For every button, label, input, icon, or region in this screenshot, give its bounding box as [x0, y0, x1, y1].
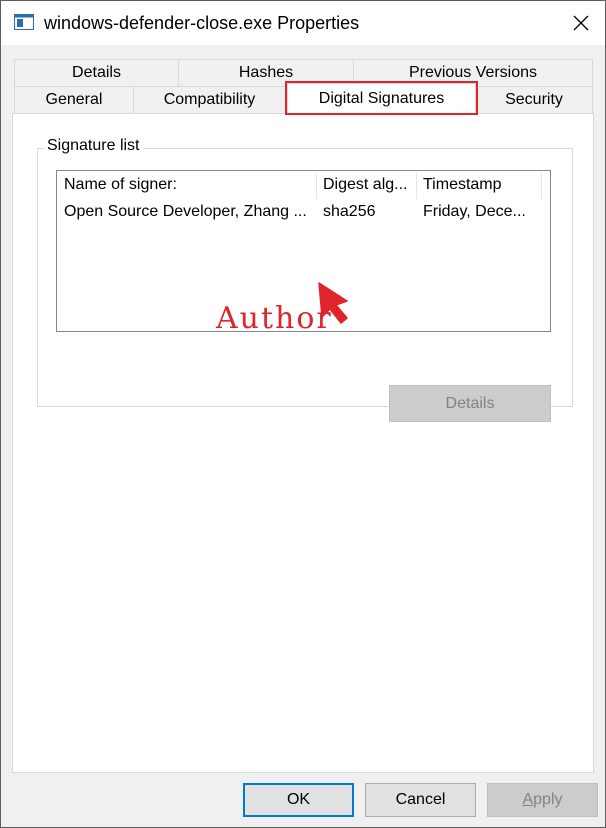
tab-general[interactable]: General [14, 86, 134, 114]
column-header-timestamp[interactable]: Timestamp [416, 171, 541, 199]
group-label: Signature list [44, 137, 143, 155]
tab-compatibility[interactable]: Compatibility [133, 86, 286, 114]
close-icon [573, 15, 589, 31]
apply-button[interactable]: Apply [487, 783, 598, 817]
author-annotation: Author [216, 301, 333, 336]
tab-security[interactable]: Security [475, 86, 593, 114]
tab-details[interactable]: Details [14, 59, 179, 87]
cancel-button[interactable]: Cancel [365, 783, 476, 817]
tab-content-panel: Signature list Name of signer: Digest al… [12, 113, 594, 773]
properties-dialog: windows-defender-close.exe Properties De… [0, 0, 606, 828]
title-bar: windows-defender-close.exe Properties [1, 1, 605, 45]
signature-listview[interactable]: Name of signer: Digest alg... Timestamp … [56, 170, 551, 336]
signer-name-cell[interactable]: Open Source Developer, Zhang ... [57, 199, 312, 225]
column-header-name[interactable]: Name of signer: [57, 171, 317, 199]
signature-list-group: Signature list Name of signer: Digest al… [37, 137, 573, 422]
close-button[interactable] [557, 1, 605, 45]
apply-access-key: A [522, 791, 534, 808]
window-app-icon [14, 14, 34, 30]
apply-label-rest: pply [533, 791, 563, 808]
window-title: windows-defender-close.exe Properties [44, 13, 360, 33]
details-button[interactable]: Details [389, 385, 551, 422]
ok-button[interactable]: OK [243, 783, 354, 817]
column-header-digest[interactable]: Digest alg... [316, 171, 416, 199]
digest-cell[interactable]: sha256 [316, 199, 416, 225]
tab-digital-signatures[interactable]: Digital Signatures [287, 83, 476, 114]
column-separator[interactable] [541, 173, 542, 199]
timestamp-cell[interactable]: Friday, Dece... [416, 199, 541, 225]
